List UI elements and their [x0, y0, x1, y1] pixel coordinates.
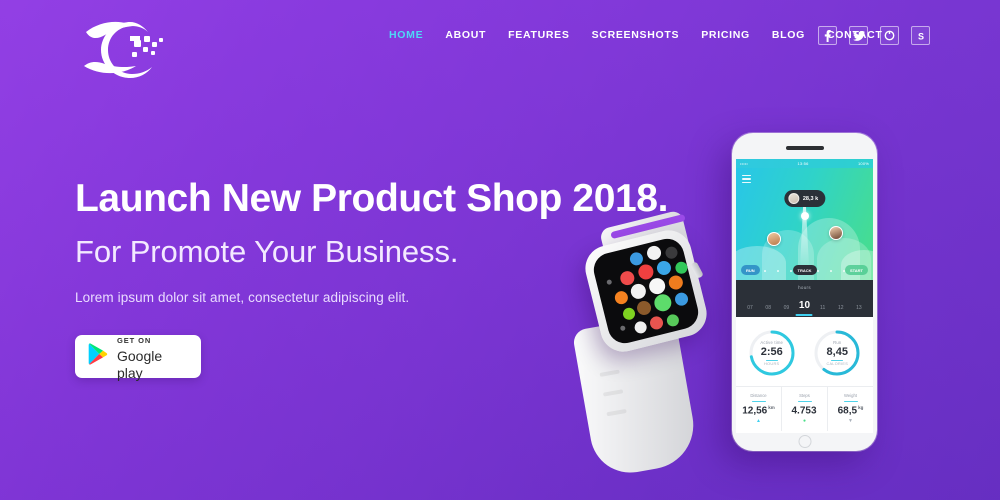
hamburger-menu-icon[interactable]	[742, 175, 751, 185]
google-play-label: GET ON Google play	[117, 330, 188, 382]
status-battery: 100%	[857, 161, 869, 166]
stat-caption: Steps	[799, 393, 810, 398]
stat-value: 68,5kg	[837, 404, 864, 417]
nav-item-about[interactable]: ABOUT	[434, 29, 497, 41]
gauge-divider	[831, 359, 844, 362]
gauge-ring: Run 8,45 CALORIES	[812, 328, 862, 378]
status-time: 13:56	[797, 161, 809, 166]
gauge-run: Run 8,45 CALORIES	[808, 328, 868, 378]
watch-app-icon[interactable]	[633, 320, 648, 335]
watch-app-icon[interactable]	[645, 244, 663, 262]
watch-app-icon[interactable]	[648, 315, 665, 331]
stat-divider	[843, 400, 858, 402]
nav-item-blog[interactable]: BLOG	[761, 29, 816, 41]
gauge-unit: CALORIES	[826, 362, 849, 367]
nav-item-home[interactable]: HOME	[378, 29, 434, 41]
tooltip-avatar-icon	[787, 193, 799, 204]
watch-app-icon[interactable]	[667, 274, 685, 292]
stat-value: 4.753	[791, 405, 817, 417]
stat-unit: km	[768, 404, 775, 410]
hour-option-selected[interactable]: 10	[795, 300, 813, 311]
nav-item-features[interactable]: FEATURES	[497, 29, 580, 41]
map-tooltip: 28,3 k	[783, 190, 826, 207]
hour-option[interactable]: 12	[832, 305, 850, 311]
gauge-value: 8,45	[826, 345, 848, 358]
twitter-icon[interactable]	[849, 26, 868, 45]
watch-clock-icon[interactable]	[647, 276, 667, 296]
google-play-large-text: Google play	[117, 347, 163, 381]
avatar[interactable]	[767, 232, 781, 246]
hour-option[interactable]: 11	[814, 305, 832, 311]
svg-text:S: S	[917, 31, 923, 41]
company-logo[interactable]	[72, 10, 190, 80]
location-dot	[800, 212, 809, 220]
watch-app-icon[interactable]	[674, 260, 689, 276]
watch-app-icon[interactable]	[665, 313, 681, 328]
stat-unit: kg	[858, 404, 864, 410]
hero-section: HOME ABOUT FEATURES SCREENSHOTS PRICING …	[0, 0, 1000, 500]
hour-option[interactable]: 09	[777, 305, 795, 311]
site-header: HOME ABOUT FEATURES SCREENSHOTS PRICING …	[0, 0, 1000, 86]
stat-caption: Weight	[844, 393, 857, 398]
stat-steps: Steps 4.753 ●	[781, 387, 827, 432]
watch-crown[interactable]	[690, 261, 704, 279]
tooltip-value: 28,3 k	[802, 195, 819, 202]
map-chip-track[interactable]: TRACK	[792, 265, 817, 275]
hero-copy: Launch New Product Shop 2018. For Promot…	[75, 177, 669, 381]
trend-down-icon: ▼	[848, 418, 853, 425]
watch-app-icon[interactable]	[652, 292, 674, 314]
google-play-icon	[88, 343, 108, 370]
watch-app-icon[interactable]	[655, 259, 673, 277]
social-links: S	[818, 26, 930, 45]
hour-option[interactable]: 13	[850, 305, 868, 311]
gauge-caption: Run	[833, 339, 842, 345]
google-play-small-text: GET ON	[117, 336, 152, 346]
skype-icon[interactable]: S	[911, 26, 930, 45]
hour-selector-label: hours	[798, 285, 811, 290]
dribbble-icon[interactable]	[880, 26, 899, 45]
phone-home-button[interactable]	[798, 435, 811, 448]
google-play-button[interactable]: GET ON Google play	[75, 334, 201, 381]
status-carrier: •••••	[740, 161, 749, 166]
avatar[interactable]	[829, 226, 843, 240]
facebook-icon[interactable]	[818, 26, 837, 45]
phone-speaker	[785, 146, 824, 150]
main-navigation[interactable]: HOME ABOUT FEATURES SCREENSHOTS PRICING …	[378, 29, 893, 41]
hero-paragraph: Lorem ipsum dolor sit amet, consectetur …	[75, 289, 410, 305]
page-title: Launch New Product Shop 2018.	[75, 177, 669, 220]
nav-item-pricing[interactable]: PRICING	[690, 29, 761, 41]
watch-app-icon[interactable]	[635, 299, 653, 317]
page-subtitle: For Promote Your Business.	[75, 234, 459, 270]
gauge-unit: HOURS	[764, 362, 780, 367]
phone-status-bar: ••••• 13:56 100%	[736, 159, 873, 168]
stat-weight: Weight 68,5kg ▼	[827, 387, 873, 432]
stat-divider	[797, 400, 812, 402]
map-chip-start[interactable]: START	[844, 265, 868, 275]
watch-app-icon[interactable]	[664, 245, 679, 260]
gauge-divider	[765, 359, 778, 362]
nav-item-screenshots[interactable]: SCREENSHOTS	[581, 29, 691, 41]
watch-app-icon[interactable]	[673, 291, 690, 308]
dot-icon: ●	[802, 418, 807, 425]
